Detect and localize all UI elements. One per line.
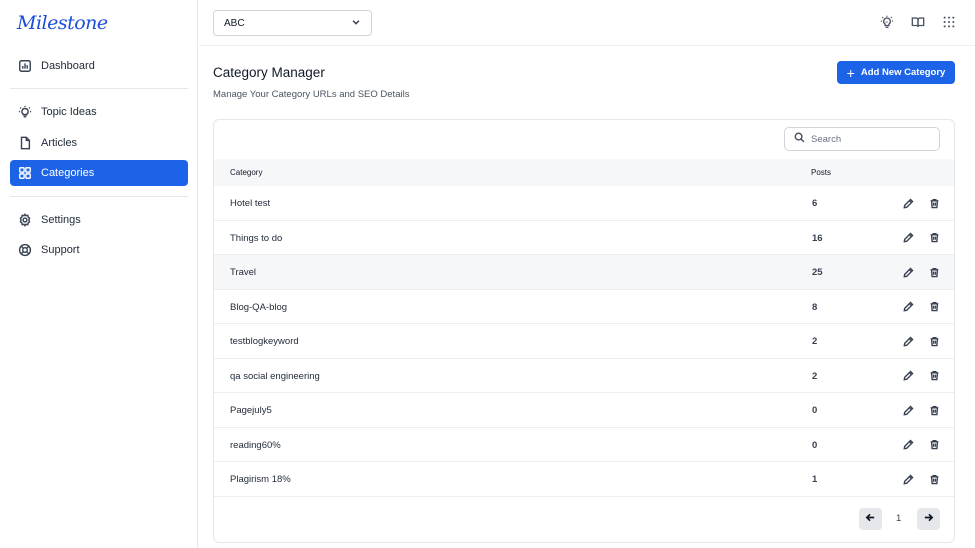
table-row[interactable]: Hotel test 6 — [214, 186, 954, 221]
category-name[interactable]: Things to do — [230, 233, 282, 244]
add-new-category-label: Add New Category — [860, 67, 946, 78]
plus-icon: + — [846, 64, 855, 81]
search-input[interactable] — [811, 133, 931, 145]
trash-icon[interactable] — [928, 232, 940, 244]
category-name[interactable]: Blog-QA-blog — [230, 302, 287, 313]
category-posts-count: 2 — [812, 370, 818, 382]
page-subtitle: Manage Your Category URLs and SEO Detail… — [213, 89, 410, 100]
apps-grid-icon[interactable] — [941, 14, 957, 30]
trash-icon[interactable] — [928, 335, 940, 347]
table-row[interactable]: Travel 25 — [214, 255, 954, 290]
edit-icon[interactable] — [902, 404, 914, 416]
category-name[interactable]: testblogkeyword — [230, 336, 299, 347]
table-header: Category Posts — [214, 159, 954, 186]
edit-icon[interactable] — [902, 335, 914, 347]
app-logo[interactable]: Milestone — [17, 12, 108, 34]
book-icon[interactable] — [910, 14, 926, 30]
grid-icon — [18, 166, 32, 180]
sidebar-item-label: Categories — [41, 167, 95, 179]
column-header-posts[interactable]: Posts — [811, 168, 831, 177]
page-title: Category Manager — [213, 65, 325, 80]
current-page-number[interactable]: 1 — [896, 513, 901, 524]
sidebar-item-dashboard[interactable]: Dashboard — [10, 53, 188, 79]
search-box[interactable] — [784, 127, 940, 151]
category-posts-count: 25 — [812, 267, 823, 278]
lifebuoy-icon — [18, 243, 32, 257]
chart-bar-icon — [18, 59, 32, 73]
sidebar-item-label: Topic Ideas — [41, 106, 97, 118]
ai-bulb-icon[interactable]: AI — [879, 14, 895, 30]
document-icon — [18, 136, 32, 150]
sidebar-item-articles[interactable]: Articles — [10, 130, 188, 156]
lightbulb-icon — [18, 105, 32, 119]
edit-icon[interactable] — [902, 266, 914, 278]
trash-icon[interactable] — [928, 473, 940, 485]
table-row[interactable]: Things to do 16 — [214, 221, 954, 255]
site-select[interactable]: ABC — [213, 10, 372, 36]
sidebar-item-settings[interactable]: Settings — [10, 207, 188, 233]
sidebar-item-topic-ideas[interactable]: Topic Ideas — [10, 99, 188, 125]
topbar: ABC AI — [199, 0, 975, 46]
category-name[interactable]: Hotel test — [230, 198, 270, 209]
edit-icon[interactable] — [902, 197, 914, 209]
category-posts-count: 2 — [812, 336, 818, 347]
edit-icon[interactable] — [902, 370, 914, 382]
category-posts-count: 1 — [812, 474, 818, 485]
sidebar-item-label: Settings — [41, 214, 81, 226]
category-posts-count: 16 — [812, 232, 823, 244]
table-row[interactable]: testblogkeyword 2 — [214, 324, 954, 359]
trash-icon[interactable] — [928, 439, 940, 451]
add-new-category-button[interactable]: + Add New Category — [837, 61, 955, 84]
arrow-left-icon — [865, 510, 876, 528]
edit-icon[interactable] — [902, 301, 914, 313]
category-name[interactable]: Pagejuly5 — [230, 405, 272, 416]
sidebar-item-support[interactable]: Support — [10, 237, 188, 263]
category-posts-count: 0 — [812, 405, 818, 416]
chevron-down-icon — [351, 17, 361, 30]
trash-icon[interactable] — [928, 266, 940, 278]
trash-icon[interactable] — [928, 370, 940, 382]
category-name[interactable]: reading60% — [230, 440, 281, 451]
sidebar-divider — [10, 196, 188, 197]
trash-icon[interactable] — [928, 404, 940, 416]
sidebar-item-label: Articles — [41, 136, 78, 149]
sidebar-item-label: Dashboard — [41, 60, 95, 72]
search-icon — [794, 130, 811, 148]
table-row[interactable]: Plagirism 18% 1 — [214, 462, 954, 497]
edit-icon[interactable] — [902, 232, 914, 244]
category-name[interactable]: Plagirism 18% — [230, 474, 291, 485]
column-header-category[interactable]: Category — [230, 168, 262, 177]
arrow-right-icon — [923, 510, 934, 528]
category-table-card: Category Posts Hotel test 6 Things to do 16… — [213, 119, 955, 543]
table-row[interactable]: reading60% 0 — [214, 428, 954, 462]
category-posts-count: 6 — [812, 198, 818, 209]
category-posts-count: 8 — [812, 301, 818, 313]
category-name[interactable]: Travel — [230, 267, 256, 278]
sidebar-item-label: Support — [41, 244, 80, 256]
edit-icon[interactable] — [902, 473, 914, 485]
table-row[interactable]: Pagejuly5 0 — [214, 393, 954, 428]
site-select-value: ABC — [224, 17, 245, 29]
sidebar-item-categories[interactable]: Categories — [10, 160, 188, 186]
sidebar: Milestone Dashboard Topic Ideas Articles… — [0, 0, 198, 548]
table-row[interactable]: Blog-QA-blog 8 — [214, 290, 954, 324]
table-row[interactable]: qa social engineering 2 — [214, 359, 954, 393]
gear-icon — [18, 213, 32, 227]
edit-icon[interactable] — [902, 439, 914, 451]
prev-page-button[interactable] — [859, 508, 882, 530]
trash-icon[interactable] — [928, 301, 940, 313]
category-name[interactable]: qa social engineering — [230, 371, 320, 382]
trash-icon[interactable] — [928, 197, 940, 209]
next-page-button[interactable] — [917, 508, 940, 530]
svg-text:AI: AI — [885, 20, 888, 24]
category-posts-count: 0 — [812, 439, 818, 451]
sidebar-divider — [10, 88, 188, 89]
